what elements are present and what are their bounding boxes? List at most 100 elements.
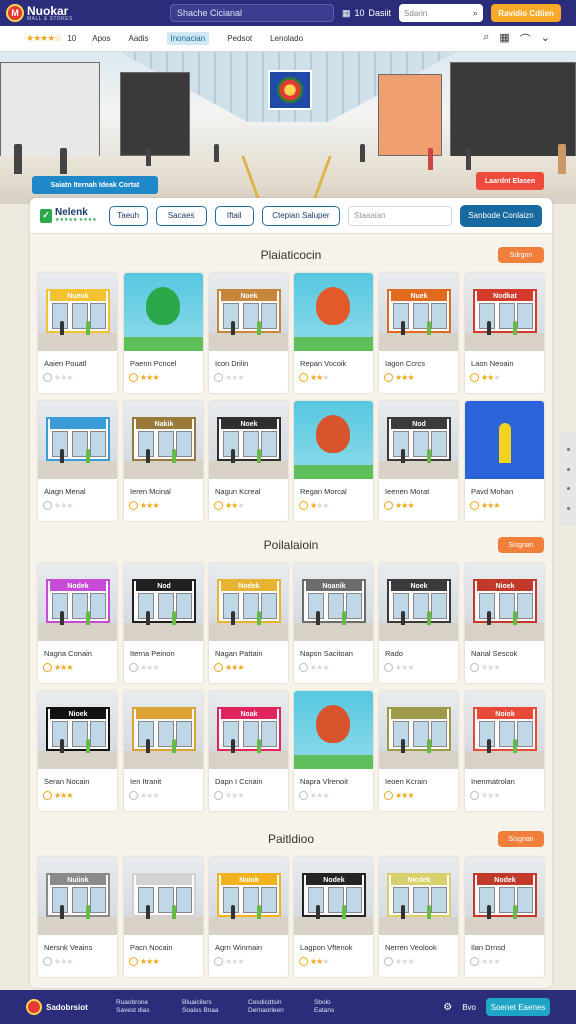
brand-check-icon: ✓ [40,208,52,223]
top-cta-button[interactable]: Ravidio Cdiien [491,4,562,22]
grid-icon[interactable]: ▦ [499,31,509,47]
hanger-icon[interactable]: ⌒ [520,31,531,47]
store-card-rating: ★★★ [214,501,245,510]
brand-logo[interactable]: ✓ Nelenk ★★★★★ ★★★★ [40,208,101,223]
store-card-name: Rado [385,649,403,658]
footer-link[interactable]: Eatans [314,1007,370,1015]
store-card[interactable]: Nodek Nagan Pattain ★★★ [209,563,288,683]
store-card[interactable]: Noiok Inenmatrolan ★★★ [465,691,544,811]
store-card-name: Aiagn Menal [44,487,86,496]
footer-link[interactable]: Bluaicilers [182,999,238,1007]
store-card[interactable]: Pavd Mohan ★★★ [465,401,544,521]
footer-col-3[interactable]: Cesdicdtsin Dernaorleen [248,999,304,1016]
star-rating-icon: ★★★ [225,791,245,800]
footer-link[interactable]: Ruaobrone [116,999,172,1007]
gear-icon[interactable]: ⚙ [443,1002,452,1013]
star-rating-icon: ★★★ [395,791,414,800]
store-card[interactable]: Paenn Pcncel ★★★ [124,273,203,393]
store-card[interactable]: Repan Vocoik ★★★ [294,273,373,393]
store-card-image: Nod [379,401,458,479]
site-logo[interactable]: M Nuokar MALL & STORES [6,4,106,22]
store-card[interactable]: Aiagn Menal ★★★ [38,401,117,521]
store-card[interactable]: Nod Iterna Peinon ★★★ [124,563,203,683]
search-icon[interactable]: ⌕ [473,8,478,19]
store-card-image: Noek [209,273,288,351]
footer-link[interactable]: Savest dias [116,1007,172,1015]
store-card[interactable]: Nod Ieenen Morat ★★★ [379,401,458,521]
footer-col-1[interactable]: Ruaobrone Savest dias [116,999,172,1016]
store-card[interactable]: Noanik Napsn Sacitoan ★★★ [294,563,373,683]
filter-pill-taeuh[interactable]: Taeuh [108,205,148,226]
footer-link[interactable]: Sbolo [314,999,370,1007]
filter-pill-ctepian[interactable]: Ctepian Saluper [261,205,341,226]
nav-item-pedsot[interactable]: Pedsot [227,34,252,43]
store-card[interactable]: Noek Rado ★★★ [379,563,458,683]
search-icon[interactable]: ⌕ [483,31,489,47]
store-card-image: Nioek [38,691,117,769]
store-card-name: Iagon Ccrcs [385,359,426,368]
store-card[interactable]: Noek Icon Drilin ★★★ [209,273,288,393]
store-card-name: Napsn Sacitoan [300,649,353,658]
store-sign: Nicdek [391,875,447,885]
store-card[interactable]: Nuek Iagon Ccrcs ★★★ [379,273,458,393]
footer-language[interactable]: Bvo [462,1003,476,1012]
filter-pill-iftail[interactable]: Iftail [214,205,254,226]
footer-link[interactable]: Cesdicdtsin [248,999,304,1007]
section-button-2[interactable]: Sisgnan [498,537,544,553]
store-card[interactable]: Nuiiok Nersnk Veains ★★★ [38,857,117,977]
store-card[interactable]: Regan Morcal ★★★ [294,401,373,521]
footer-logo[interactable]: Sadobrsiot [26,999,106,1015]
footer-cta-button[interactable]: Soenet Eaenes [486,998,550,1016]
store-card[interactable]: Noek Nagun Kcreal ★★★ [209,401,288,521]
footer-col-4[interactable]: Sbolo Eatans [314,999,370,1016]
rating-badge-icon [384,957,393,966]
nav-item-aadis[interactable]: Aadis [128,34,148,43]
page-scrollbar[interactable] [560,432,576,526]
footer-col-2[interactable]: Bluaicilers Soaiss Bnaa [182,999,238,1016]
store-card[interactable]: Napra Vlrenoit ★★★ [294,691,373,811]
store-card[interactable]: Nioek Nanal Sescok ★★★ [465,563,544,683]
store-card[interactable]: Nodek Nagna Conain ★★★ [38,563,117,683]
store-card[interactable]: Ieoen Kcrain ★★★ [379,691,458,811]
store-card[interactable]: Noak Dapn I Ccnain ★★★ [209,691,288,811]
nav-item-apos[interactable]: Apos [92,34,110,43]
store-card[interactable]: Nodek Ilan Drnsd ★★★ [465,857,544,977]
chevron-down-icon[interactable]: ⌄ [541,31,550,47]
top-search-box[interactable]: Shache Cicianal [170,4,334,22]
star-rating-icon: ★★★ [140,501,159,510]
store-sign: Nakik [136,419,192,429]
store-card-image: Noak [209,691,288,769]
star-rating-icon: ★★★ [310,373,330,382]
nav-item-lenolado[interactable]: Lenolado [270,34,303,43]
store-card[interactable]: Nodek Lagpon Vftenok ★★★ [294,857,373,977]
hero-store-right [450,62,576,158]
filter-pill-sacaes[interactable]: Sacaes [155,205,207,226]
store-card[interactable]: Nioek Seran Nocain ★★★ [38,691,117,811]
store-card-name: Ien Itranit [130,777,162,786]
search-input[interactable]: Sdarin ⌕ [399,4,484,22]
store-card[interactable]: Ien Itranit ★★★ [124,691,203,811]
store-card-image: Nod [124,563,203,641]
store-card[interactable]: Nakik Ieren Mcinal ★★★ [124,401,203,521]
hero-tag-left[interactable]: Saiatn Iternah Ideak Cortat [32,176,158,194]
store-sign: Noanik [306,581,362,591]
store-card[interactable]: Nicdek Nerren Veolook ★★★ [379,857,458,977]
filter-search-input[interactable]: Staaaian [348,205,452,226]
section-button-3[interactable]: Sisgnan [498,831,544,847]
store-card[interactable]: Nodkat Laon Neoain ★★★ [465,273,544,393]
footer-link[interactable]: Soaiss Bnaa [182,1007,238,1015]
rating-badge-icon [129,501,138,510]
store-card[interactable]: Pacn Nocain ★★★ [124,857,203,977]
store-card[interactable]: Nueuk Aaien Pouatl ★★★ [38,273,117,393]
store-card-rating: ★★★ [43,373,74,382]
rating-badge-icon [384,501,393,510]
search-input-placeholder: Sdarin [404,8,428,18]
top-status[interactable]: ▦ 10 Dasiit [342,8,391,19]
hero-tag-right[interactable]: Laardnt Elasen [476,172,544,190]
store-card-name: Dapn I Ccnain [215,777,263,786]
section-button-1[interactable]: Sdrgnn [498,247,544,263]
footer-link[interactable]: Dernaorleen [248,1007,304,1015]
nav-item-inonacian[interactable]: Inonacian [166,32,210,45]
filter-submit-button[interactable]: Sanbode Conlaizn [459,204,543,227]
store-card[interactable]: Noiok Agrn Winmain ★★★ [209,857,288,977]
